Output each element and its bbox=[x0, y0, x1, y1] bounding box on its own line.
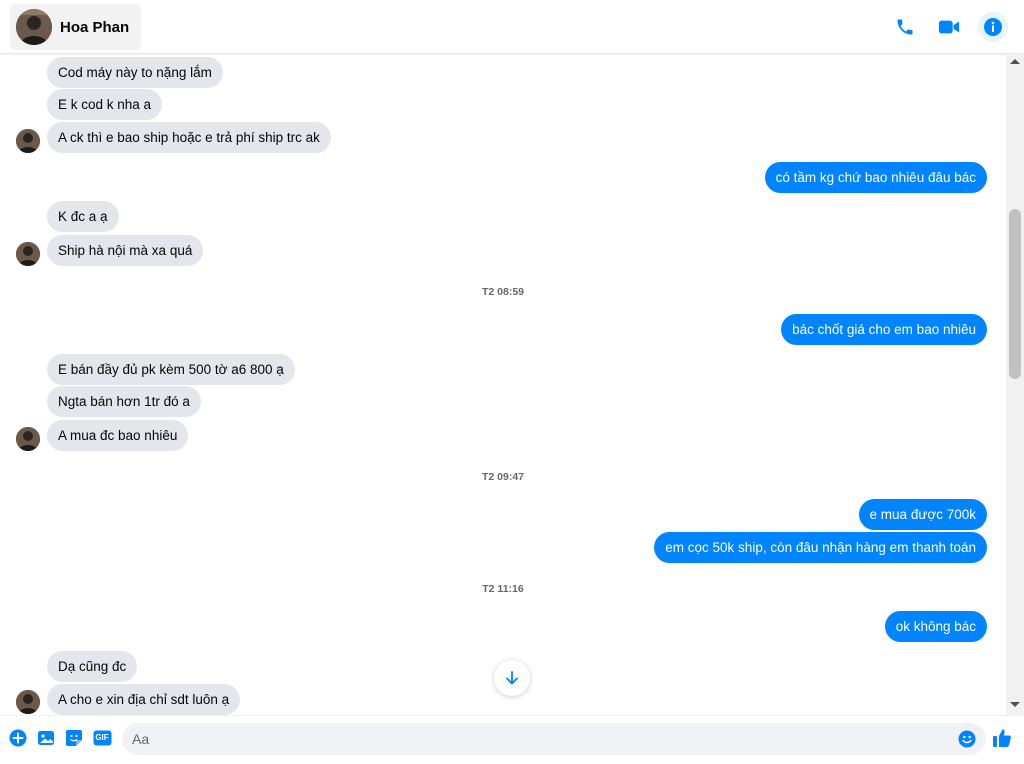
incoming-message[interactable]: A mua đc bao nhiêu bbox=[47, 420, 189, 451]
message-scrollbar[interactable] bbox=[1006, 55, 1024, 715]
scroll-up-arrow-icon[interactable] bbox=[1010, 59, 1020, 64]
contact-profile-button[interactable]: Hoa Phan bbox=[10, 4, 142, 50]
outgoing-message[interactable]: có tầm kg chứ bao nhiêu đâu bác bbox=[764, 162, 987, 193]
sender-avatar[interactable] bbox=[16, 690, 40, 714]
incoming-message[interactable]: A cho e xin địa chỉ sdt luôn ạ bbox=[47, 684, 241, 715]
timestamp: T2 08:59 bbox=[481, 286, 525, 298]
conversation-header: Hoa Phan bbox=[0, 0, 1024, 54]
incoming-message[interactable]: E k cod k nha a bbox=[47, 89, 163, 120]
image-icon[interactable] bbox=[36, 728, 56, 748]
arrow-down-icon bbox=[506, 671, 518, 685]
incoming-message[interactable]: A ck thì e bao ship hoặc e trả phí ship … bbox=[47, 122, 331, 153]
outgoing-message[interactable]: bác chốt giá cho em bao nhiêu bbox=[781, 314, 987, 345]
incoming-message[interactable]: Ship hà nội mà xa quá bbox=[47, 235, 204, 266]
gif-label: GIF bbox=[95, 733, 109, 742]
outgoing-message[interactable]: em cọc 50k ship, còn đâu nhận hàng em th… bbox=[654, 532, 987, 563]
info-icon[interactable] bbox=[978, 12, 1008, 42]
scroll-down-arrow-icon[interactable] bbox=[1010, 702, 1020, 707]
message-input[interactable] bbox=[122, 723, 922, 755]
sender-avatar[interactable] bbox=[16, 242, 40, 266]
message-input-container[interactable] bbox=[122, 723, 986, 755]
like-icon[interactable] bbox=[992, 728, 1012, 753]
message-list[interactable]: Cod máy này to nặng lắm E k cod k nha a … bbox=[0, 55, 1006, 715]
contact-avatar bbox=[16, 9, 52, 45]
message-composer: GIF bbox=[0, 715, 1024, 764]
timestamp: T2 11:16 bbox=[482, 583, 524, 595]
emoji-icon[interactable] bbox=[958, 730, 976, 753]
scroll-thumb[interactable] bbox=[1009, 209, 1021, 379]
scroll-to-bottom-button[interactable] bbox=[494, 660, 530, 696]
incoming-message[interactable]: Ngta bán hơn 1tr đó a bbox=[47, 386, 201, 417]
timestamp: T2 09:47 bbox=[481, 471, 525, 483]
video-call-icon[interactable] bbox=[934, 12, 964, 42]
contact-name: Hoa Phan bbox=[60, 18, 130, 36]
incoming-message[interactable]: K đc a ạ bbox=[47, 201, 119, 232]
incoming-message[interactable]: E bán đầy đủ pk kèm 500 tờ a6 800 ạ bbox=[47, 354, 295, 385]
incoming-message[interactable]: Cod máy này to nặng lắm bbox=[47, 57, 223, 88]
sender-avatar[interactable] bbox=[16, 427, 40, 451]
phone-icon[interactable] bbox=[890, 12, 920, 42]
outgoing-message[interactable]: e mua được 700k bbox=[858, 499, 987, 530]
plus-icon[interactable] bbox=[8, 728, 28, 748]
header-actions bbox=[890, 12, 1008, 42]
incoming-message[interactable]: Dạ cũng đc bbox=[47, 651, 138, 682]
outgoing-message[interactable]: ok không bác bbox=[884, 611, 987, 642]
gif-icon[interactable]: GIF bbox=[92, 728, 112, 748]
sender-avatar[interactable] bbox=[16, 129, 40, 153]
sticker-icon[interactable] bbox=[64, 728, 84, 748]
